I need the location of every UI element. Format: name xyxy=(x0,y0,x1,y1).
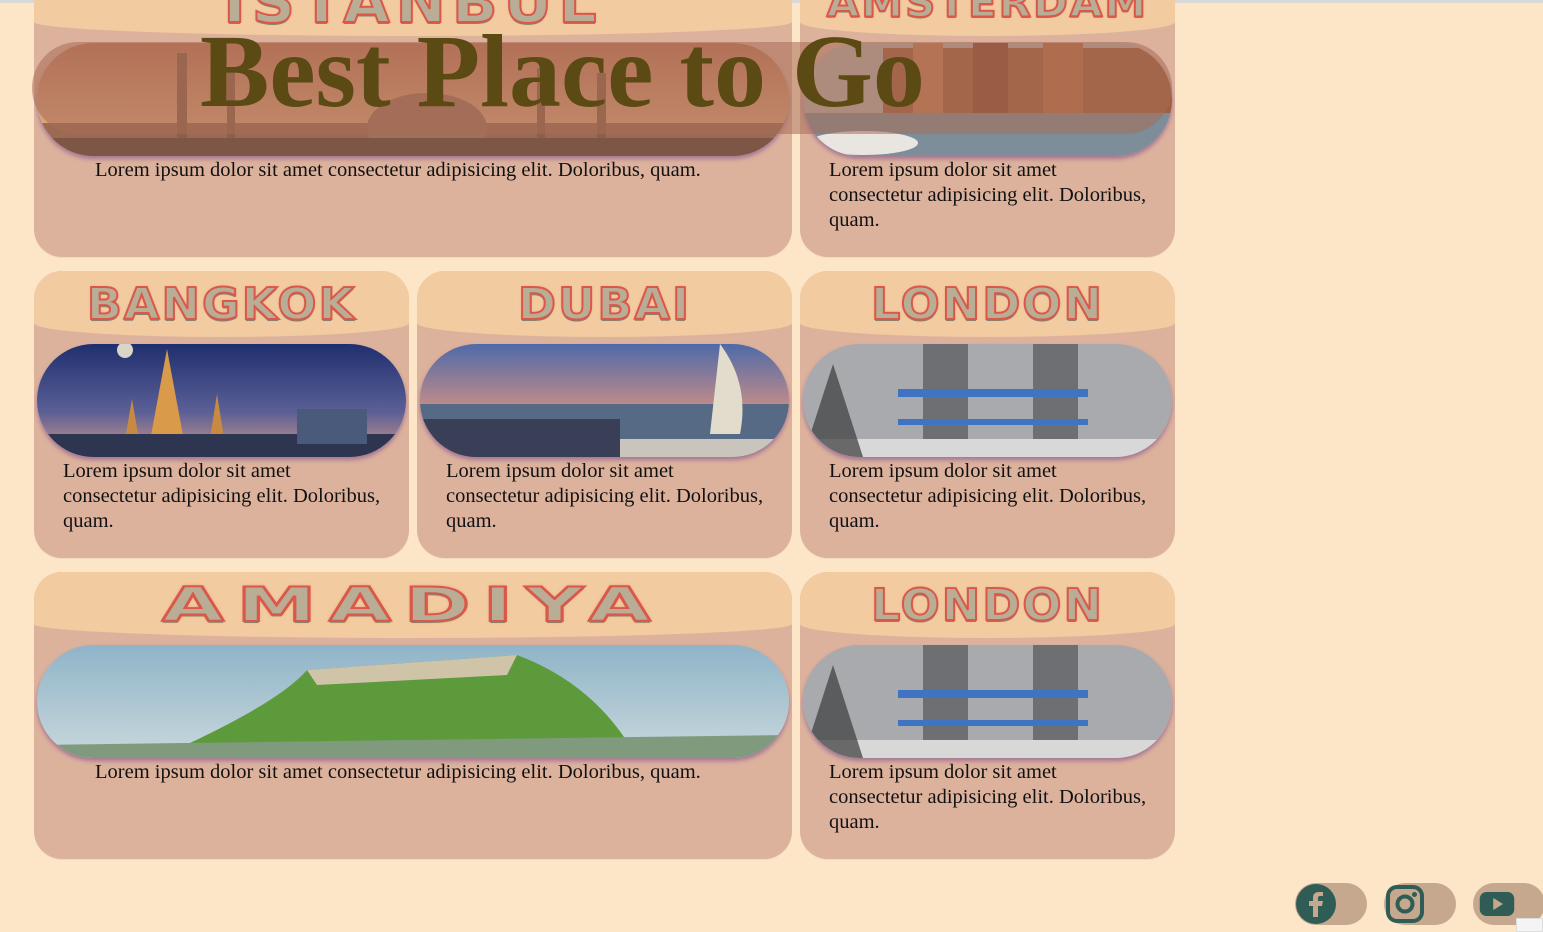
card-title: BANGKOK xyxy=(86,278,357,330)
card-description: Lorem ipsum dolor sit amet consectetur a… xyxy=(95,159,701,181)
youtube-icon xyxy=(1473,883,1515,925)
card-description: Lorem ipsum dolor sit amet consectetur a… xyxy=(829,761,1147,833)
card-title-band: AMADIYA xyxy=(34,572,792,638)
card-photo-london-2 xyxy=(803,645,1172,758)
card-london-2[interactable]: LONDON Lorem ipsum dolor sit amet consec… xyxy=(800,572,1175,859)
card-photo-london xyxy=(803,344,1172,457)
instagram-icon xyxy=(1384,883,1426,925)
card-description: Lorem ipsum dolor sit amet consectetur a… xyxy=(63,460,381,532)
card-dubai[interactable]: DUBAI Lorem ipsum dolor sit amet consect… xyxy=(417,271,792,558)
card-amadiya[interactable]: AMADIYA Lorem ipsum dolor sit amet conse… xyxy=(34,572,792,859)
card-description: Lorem ipsum dolor sit amet consectetur a… xyxy=(829,460,1147,532)
card-title: LONDON xyxy=(870,579,1105,631)
card-title: AMADIYA xyxy=(161,577,664,633)
card-description: Lorem ipsum dolor sit amet consectetur a… xyxy=(95,761,701,783)
card-photo-dubai xyxy=(420,344,789,457)
card-title-band: DUBAI xyxy=(417,271,792,337)
card-bangkok[interactable]: BANGKOK Lorem ipsum dolor sit amet conse… xyxy=(34,271,409,558)
facebook-icon xyxy=(1295,883,1337,925)
card-title-band: LONDON xyxy=(800,271,1175,337)
instagram-link[interactable] xyxy=(1384,883,1456,925)
card-title-band: LONDON xyxy=(800,572,1175,638)
card-photo-amadiya xyxy=(37,645,789,758)
scroll-corner xyxy=(1516,918,1543,932)
card-description: Lorem ipsum dolor sit amet consectetur a… xyxy=(829,159,1147,231)
page-title: Best Place to Go xyxy=(200,14,925,129)
card-description: Lorem ipsum dolor sit amet consectetur a… xyxy=(446,460,764,532)
card-title: LONDON xyxy=(870,278,1105,330)
card-photo-bangkok xyxy=(37,344,406,457)
facebook-link[interactable] xyxy=(1295,883,1367,925)
card-title-band: BANGKOK xyxy=(34,271,409,337)
card-title: DUBAI xyxy=(517,278,692,330)
card-london[interactable]: LONDON Lorem ipsum dolor sit amet consec… xyxy=(800,271,1175,558)
